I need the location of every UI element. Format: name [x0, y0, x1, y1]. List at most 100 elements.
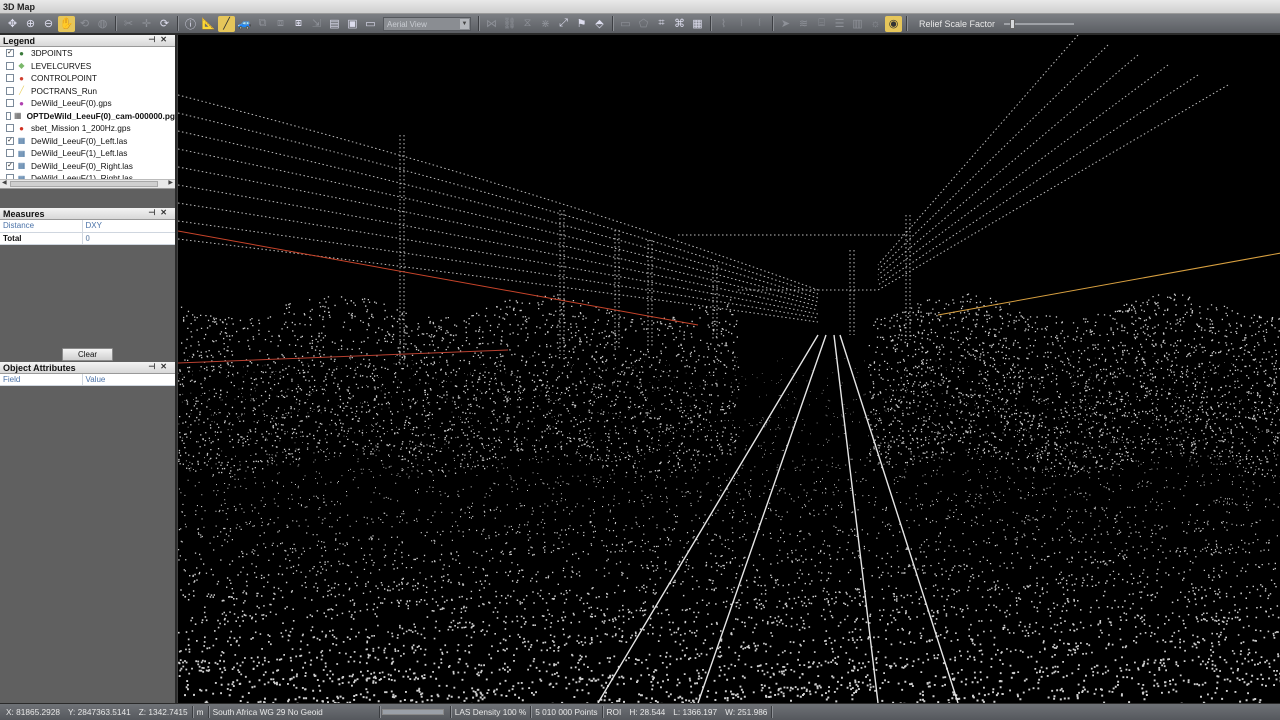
scroll-left-icon[interactable]: ◀: [2, 179, 7, 186]
paint-icon[interactable]: ⬘: [591, 16, 608, 32]
eye-icon[interactable]: ◉: [885, 15, 902, 32]
pin-icon[interactable]: ⊣: [148, 362, 160, 371]
trajectory-line: [178, 230, 699, 326]
pin-icon[interactable]: ⊣: [148, 208, 160, 217]
toolbar-separator: [906, 16, 907, 31]
layer-checkbox[interactable]: [6, 99, 14, 108]
chart-icon[interactable]: ▥: [849, 16, 866, 32]
legend-item[interactable]: ✓ ● 3DPOINTS: [0, 47, 175, 60]
pan-icon[interactable]: ✋: [58, 15, 75, 32]
layer-checkbox[interactable]: ✓: [6, 161, 14, 170]
contour-icon[interactable]: ≋: [795, 16, 812, 32]
legend-list: ✓ ● 3DPOINTS ◆ LEVELCURVES ● CONTROLPOINT ╱ POCT…: [0, 47, 175, 185]
car-icon[interactable]: 🚙: [236, 16, 253, 32]
legend-item[interactable]: ▦ OPTDeWild_LeeuF(0)_cam-000000.pg: [0, 110, 175, 123]
legend-item[interactable]: ▦ DeWild_LeeuF(1)_Left.las: [0, 147, 175, 160]
table-icon[interactable]: ☰: [831, 16, 848, 32]
layer-symbol-icon: ●: [19, 98, 24, 108]
layers-icon[interactable]: ⧆: [290, 16, 307, 32]
layer-label: sbet_Mission 1_200Hz.gps: [31, 123, 131, 134]
scroll-thumb[interactable]: [10, 181, 158, 187]
document-icon[interactable]: ▤: [326, 16, 343, 32]
flag-icon[interactable]: ⚑: [573, 16, 590, 32]
layer-checkbox[interactable]: [6, 124, 14, 133]
toolbar-separator: [772, 16, 773, 31]
legend-item[interactable]: ╱ POCTRANS_Run: [0, 85, 175, 98]
pin-icon[interactable]: ⊣: [148, 35, 160, 44]
layer-checkbox[interactable]: ✓: [6, 136, 14, 145]
move-icon[interactable]: ✛: [138, 16, 155, 32]
roi-height: H: 28.544: [629, 707, 666, 717]
zoom-out-icon[interactable]: ⊖: [40, 16, 57, 32]
bookmark-icon[interactable]: ⌘: [671, 16, 688, 32]
sync-icon[interactable]: ⟳: [156, 16, 173, 32]
point-cloud-view[interactable]: [178, 35, 1280, 703]
screen-icon[interactable]: ▣: [344, 16, 361, 32]
view-mode-value: Aerial View: [387, 19, 427, 29]
legend-item[interactable]: ✓ ▦ DeWild_LeeuF(0)_Left.las: [0, 135, 175, 148]
legend-item[interactable]: ◆ LEVELCURVES: [0, 60, 175, 73]
layer-checkbox[interactable]: ✓: [6, 49, 14, 58]
monitor-icon[interactable]: ▭: [362, 16, 379, 32]
layer-checkbox[interactable]: [6, 86, 14, 95]
arrow-right-icon[interactable]: ➤: [777, 16, 794, 32]
legend-item[interactable]: ● CONTROLPOINT: [0, 72, 175, 85]
zoom-in-icon[interactable]: ⊕: [22, 16, 39, 32]
link-icon[interactable]: ⛓: [501, 16, 518, 32]
slice-icon[interactable]: ⧙: [751, 16, 768, 32]
sun-icon[interactable]: ☼: [867, 16, 884, 32]
layer-checkbox[interactable]: [6, 149, 14, 158]
info-icon[interactable]: ⓘ: [182, 16, 199, 32]
copy-icon[interactable]: ⧉: [254, 16, 271, 32]
view-mode-select[interactable]: Aerial View ▼: [383, 16, 471, 31]
measures-header-row: Distance DXY: [0, 220, 175, 233]
progress-fill: [382, 710, 443, 714]
fullscreen-icon[interactable]: ⤢: [555, 16, 572, 32]
layer-checkbox[interactable]: [6, 61, 14, 70]
layer-checkbox[interactable]: [6, 111, 12, 120]
panel-gap: [0, 189, 175, 208]
polyline-icon[interactable]: ╱: [218, 15, 235, 32]
unit: m: [196, 707, 204, 717]
rotate-icon[interactable]: ⟲: [76, 16, 93, 32]
close-icon[interactable]: ✕: [160, 362, 172, 371]
dxy-column-header: DXY: [81, 220, 175, 233]
crop-icon[interactable]: ⌗: [653, 16, 670, 32]
layer-checkbox[interactable]: [6, 74, 14, 83]
vertex-icon[interactable]: ⋇: [537, 16, 554, 32]
paste-icon[interactable]: ⧈: [272, 16, 289, 32]
orbit-icon[interactable]: ◍: [94, 16, 111, 32]
select-icon[interactable]: ✥: [4, 16, 21, 32]
network-icon[interactable]: ⋈: [483, 16, 500, 32]
export-icon[interactable]: ⇲: [308, 16, 325, 32]
progress-bar: [381, 709, 444, 715]
measures-title: Measures: [3, 209, 45, 219]
legend-scrollbar[interactable]: ◀ ▶: [0, 179, 175, 188]
split-icon[interactable]: ⧖: [519, 16, 536, 32]
relief-scale-slider[interactable]: [1004, 18, 1075, 30]
section-icon[interactable]: ⧘: [733, 16, 750, 32]
attributes-table: Field Value: [0, 373, 175, 386]
close-icon[interactable]: ✕: [160, 208, 172, 217]
field-column-header: Field: [0, 373, 82, 386]
cut-icon[interactable]: ✂: [120, 16, 137, 32]
dtm-icon[interactable]: ⌸: [813, 16, 830, 32]
close-icon[interactable]: ✕: [160, 35, 172, 44]
slider-thumb[interactable]: [1010, 18, 1016, 29]
legend-header: Legend ⊣✕: [0, 35, 175, 47]
legend-item[interactable]: ✓ ▦ DeWild_LeeuF(0)_Right.las: [0, 160, 175, 173]
main-toolbar: ✥ ⊕ ⊖ ✋ ⟲ ◍ ✂ ✛ ⟳ ⓘ 📐 ╱ 🚙 ⧉ ⧈ ⧆ ⇲ ▤ ▣ ▭ …: [0, 14, 1280, 34]
legend-item[interactable]: ● DeWild_LeeuF(0).gps: [0, 97, 175, 110]
scroll-right-icon[interactable]: ▶: [168, 179, 173, 186]
legend-item[interactable]: ● sbet_Mission 1_200Hz.gps: [0, 122, 175, 135]
profile-icon[interactable]: ⌇: [715, 16, 732, 32]
trajectory-line: [937, 252, 1280, 316]
clear-button[interactable]: Clear: [62, 347, 113, 361]
polygon-icon[interactable]: ⬠: [635, 16, 652, 32]
layer-label: DeWild_LeeuF(0)_Right.las: [31, 160, 133, 171]
3d-map-viewport[interactable]: [177, 35, 1280, 703]
grid-icon[interactable]: ▦: [689, 16, 706, 32]
attributes-header-row: Field Value: [0, 373, 175, 386]
measure-icon[interactable]: 📐: [200, 16, 217, 32]
rectangle-icon[interactable]: ▭: [617, 16, 634, 32]
